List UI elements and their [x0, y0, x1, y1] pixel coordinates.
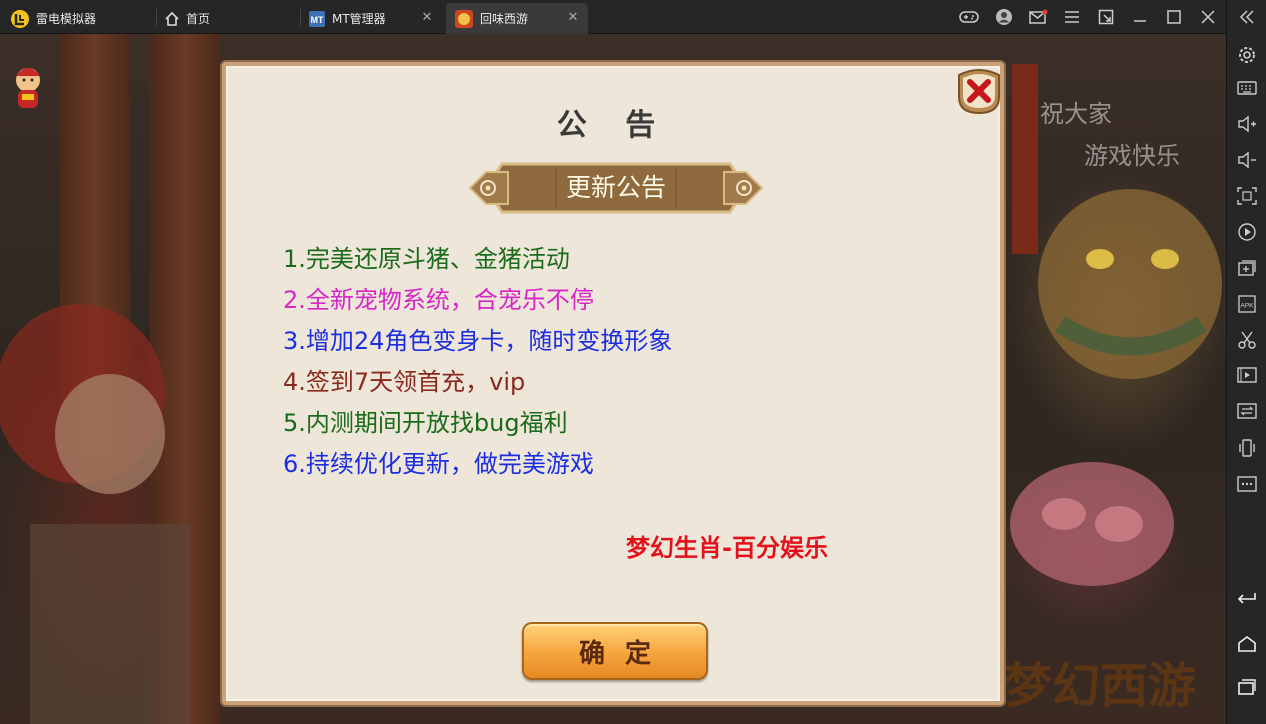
tab-label: 雷电模拟器 — [36, 12, 97, 26]
right-toolbar: APK — [1226, 0, 1266, 724]
volume-down-icon[interactable] — [1235, 148, 1259, 172]
greeting-text: 游戏快乐 — [1084, 142, 1180, 170]
signature-text: 梦幻生肖-百分娱乐 — [626, 534, 828, 562]
minimize-icon[interactable] — [1129, 6, 1151, 28]
keyboard-icon[interactable] — [1235, 76, 1259, 100]
home-icon — [165, 11, 179, 26]
announcement-dialog: 公 告 更新公告 1.完美还原斗猪、金猪活动 2.全新宠物系统，合宠乐不停 3.… — [222, 62, 1004, 705]
close-icon[interactable] — [955, 67, 1003, 115]
home-nav-icon[interactable] — [1235, 632, 1259, 656]
tab-game[interactable]: 回味西游 ✕ — [446, 3, 588, 34]
video-icon[interactable] — [1235, 363, 1259, 387]
game-screen[interactable]: 祝大家 游戏快乐 梦幻西游 公 告 更新公告 1.完美还原斗猪、金猪活动 2.全… — [0, 34, 1226, 724]
menu-icon[interactable] — [1061, 6, 1083, 28]
tab-mt-manager[interactable]: MT MT管理器 ✕ — [308, 3, 442, 34]
fortune-god-icon — [16, 68, 40, 108]
collapse-icon[interactable] — [1235, 5, 1259, 29]
game-logo: 梦幻西游 — [1004, 658, 1197, 714]
tab-label: 回味西游 — [480, 12, 529, 26]
svg-text:MT: MT — [311, 15, 324, 25]
avatar[interactable] — [6, 62, 50, 112]
gamepad-icon[interactable] — [958, 6, 980, 28]
ldplayer-logo-icon — [11, 9, 29, 28]
popout-icon[interactable] — [1095, 6, 1117, 28]
tab-home[interactable]: 首页 — [164, 3, 296, 34]
tab-label: 首页 — [186, 12, 211, 26]
cat-beast-illustration — [1038, 189, 1222, 379]
list-item: 3.增加24角色变身卡，随时变换形象 — [283, 327, 673, 355]
tab-separator — [156, 9, 157, 27]
add-window-icon[interactable] — [1235, 256, 1259, 280]
greeting-text: 祝大家 — [1040, 100, 1112, 128]
list-item: 6.持续优化更新，做完美游戏 — [283, 450, 594, 478]
shake-icon[interactable] — [1235, 436, 1259, 460]
maximize-icon[interactable] — [1163, 6, 1185, 28]
list-item: 1.完美还原斗猪、金猪活动 — [283, 245, 570, 273]
banner-title: 更新公告 — [565, 173, 666, 202]
mt-manager-icon: MT — [309, 10, 325, 27]
record-icon[interactable] — [1235, 220, 1259, 244]
apk-icon[interactable]: APK — [1235, 292, 1259, 316]
character-illustration — [0, 304, 190, 724]
tab-close-icon[interactable]: ✕ — [420, 11, 434, 25]
tab-label: MT管理器 — [332, 12, 386, 26]
recent-apps-icon[interactable] — [1235, 675, 1259, 699]
sync-icon[interactable] — [1235, 399, 1259, 423]
close-icon[interactable] — [1197, 6, 1219, 28]
list-item: 4.签到7天领首充，vip — [283, 368, 526, 396]
tab-close-icon[interactable]: ✕ — [566, 11, 580, 25]
cut-icon[interactable] — [1235, 328, 1259, 352]
screenshot-icon[interactable] — [1235, 184, 1259, 208]
confirm-label: 确定 — [578, 638, 671, 669]
back-icon[interactable] — [1235, 587, 1259, 611]
settings-icon[interactable] — [1235, 43, 1259, 67]
user-icon[interactable] — [993, 6, 1015, 28]
dialog-title: 公 告 — [556, 108, 670, 143]
volume-up-icon[interactable] — [1235, 112, 1259, 136]
confirm-button[interactable]: 确定 — [522, 622, 708, 680]
flower-bouquet-illustration — [1010, 462, 1174, 586]
game-icon — [455, 9, 473, 28]
tab-separator — [300, 9, 301, 27]
title-bar: 雷电模拟器 首页 MT MT管理器 ✕ 回味西游 ✕ — [0, 0, 1266, 34]
update-notes-list: 1.完美还原斗猪、金猪活动 2.全新宠物系统，合宠乐不停 3.增加24角色变身卡… — [283, 239, 672, 485]
tab-ldplayer[interactable]: 雷电模拟器 — [10, 3, 150, 34]
svg-text:APK: APK — [1240, 303, 1254, 310]
list-item: 2.全新宠物系统，合宠乐不停 — [283, 286, 594, 314]
more-icon[interactable] — [1235, 472, 1259, 496]
mail-icon[interactable] — [1027, 6, 1049, 28]
list-item: 5.内测期间开放找bug福利 — [283, 409, 568, 437]
